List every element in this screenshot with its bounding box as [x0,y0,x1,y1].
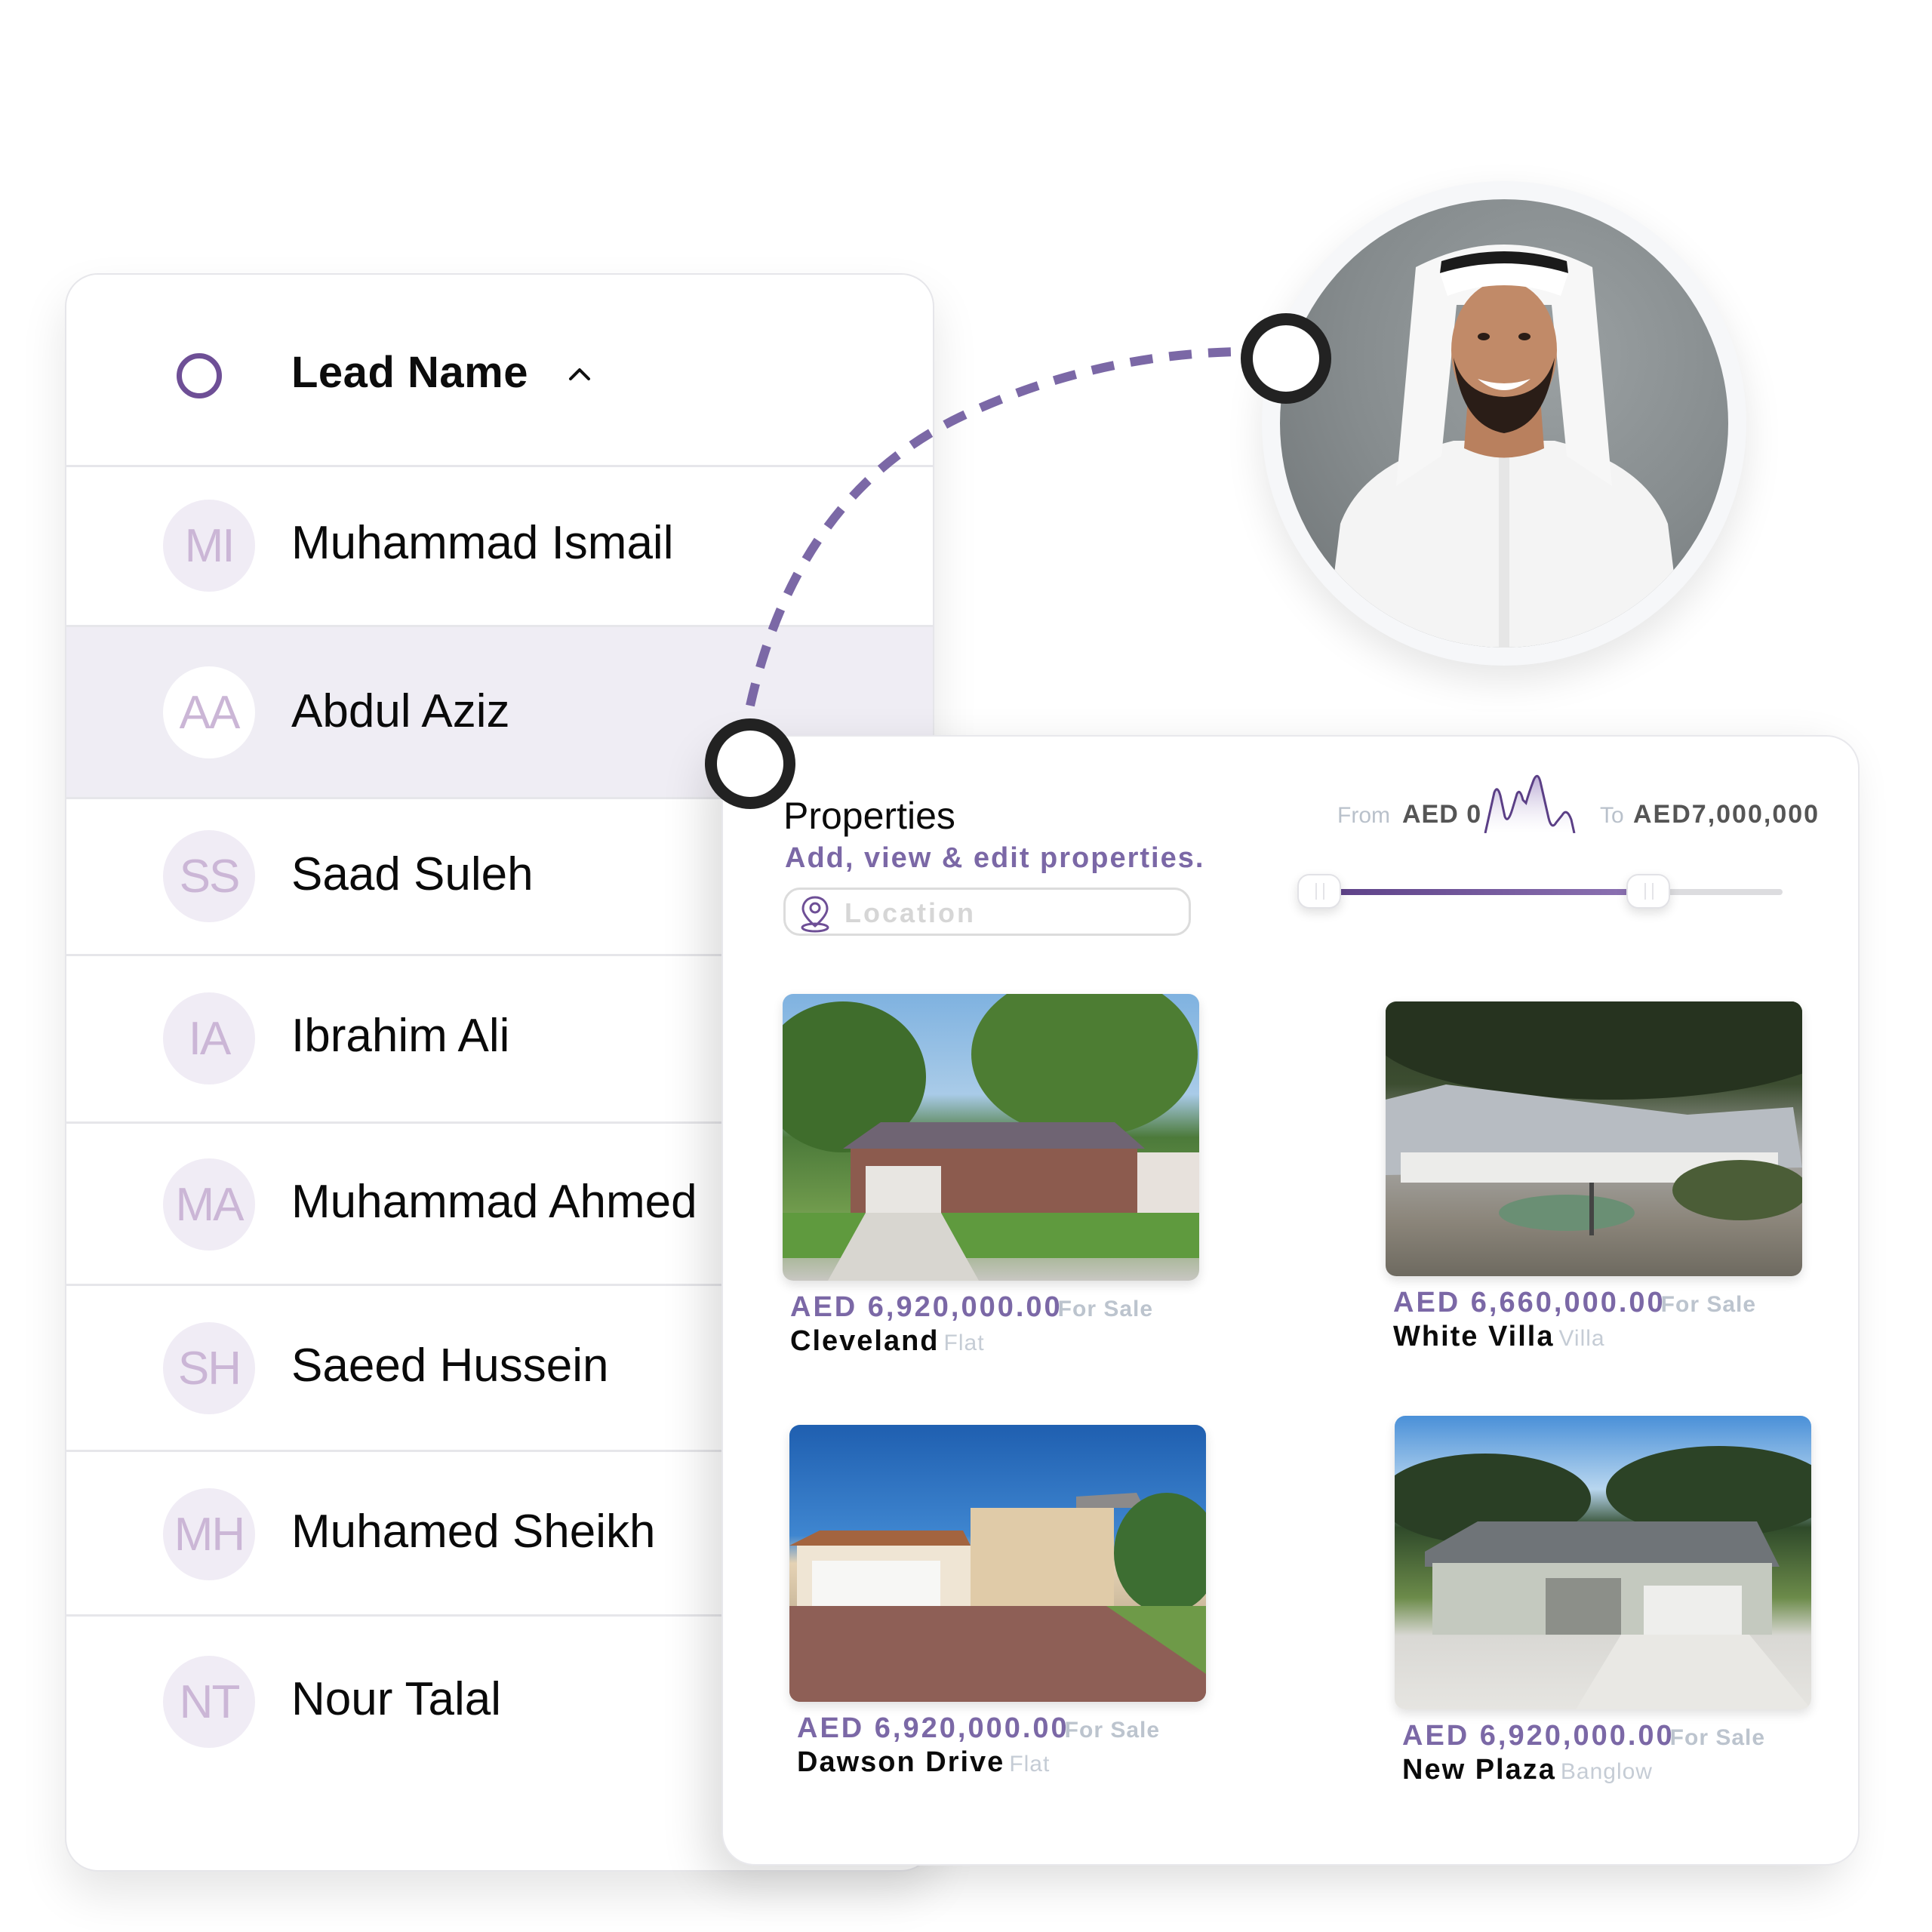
chevron-up-icon[interactable] [565,359,595,389]
property-card[interactable]: AED 6,920,000.00For Sale Dawson Drive Fla… [789,1425,1206,1779]
avatar: AA [163,666,255,758]
property-price-line: AED 6,660,000.00For Sale [1393,1287,1802,1319]
lead-name: Saad Suleh [291,848,534,900]
property-price: AED 6,920,000.00 [797,1712,1069,1744]
person-illustration [1325,245,1683,648]
property-type: Flat [943,1331,985,1355]
avatar: NT [163,1656,255,1748]
avatar: SH [163,1322,255,1414]
property-price-line: AED 6,920,000.00For Sale [797,1712,1206,1745]
leads-table-header: Lead Name [66,275,933,467]
property-name-line: Cleveland Flat [790,1325,1199,1358]
avatar: SS [163,830,255,922]
lead-row[interactable]: MI Muhammad Ismail [66,465,933,627]
property-name: Cleveland [790,1325,940,1357]
lead-name: Muhamed Sheikh [291,1506,656,1558]
location-pin-icon [801,896,829,933]
property-name: Dawson Drive [797,1746,1005,1778]
property-card[interactable]: AED 6,920,000.00For Sale Cleveland Flat [783,994,1199,1358]
property-status: For Sale [1057,1297,1154,1321]
property-status: For Sale [1669,1725,1766,1750]
price-max-handle[interactable] [1626,874,1671,909]
gray-bungalow-image [1395,1446,1811,1709]
location-search-field[interactable] [783,888,1191,936]
price-from-value: AED 0 [1402,800,1482,829]
lead-name-column-header[interactable]: Lead Name [291,347,528,398]
property-image[interactable] [1395,1416,1811,1709]
property-name: White Villa [1393,1321,1555,1352]
price-to-label: To [1600,803,1624,828]
properties-panel: Properties Add, view & edit properties. … [721,735,1860,1866]
stucco-house-image [789,1493,1206,1702]
property-name: New Plaza [1402,1754,1556,1786]
property-image[interactable] [783,994,1199,1281]
property-image[interactable] [1386,1001,1802,1276]
white-villa-image [1386,1001,1802,1235]
property-price-line: AED 6,920,000.00For Sale [1402,1720,1811,1752]
suburban-house-image [783,994,1199,1281]
price-to-value: AED7,000,000 [1633,800,1820,829]
property-price: AED 6,660,000.00 [1393,1287,1666,1318]
avatar: MI [163,500,255,592]
property-name-line: Dawson Drive Flat [797,1746,1206,1779]
profile-photo [1280,199,1728,648]
select-all-checkbox[interactable] [177,353,222,398]
lead-name: Muhammad Ismail [291,517,674,569]
lead-name: Saeed Hussein [291,1340,609,1392]
avatar: MH [163,1488,255,1580]
property-price: AED 6,920,000.00 [790,1291,1063,1323]
property-status: For Sale [1660,1292,1757,1317]
property-status: For Sale [1064,1718,1161,1743]
price-min-handle[interactable] [1297,874,1341,909]
property-card[interactable]: AED 6,660,000.00For Sale White Villa Vill… [1386,1001,1802,1353]
property-type: Villa [1558,1326,1605,1351]
avatar: MA [163,1158,255,1251]
price-range-slider[interactable] [1297,874,1783,909]
properties-subtitle: Add, view & edit properties. [785,842,1205,874]
properties-title: Properties [783,795,955,837]
property-type: Banglow [1560,1759,1653,1784]
property-price-line: AED 6,920,000.00For Sale [790,1291,1199,1324]
price-range-fill [1319,889,1649,895]
avatar: IA [163,992,255,1084]
property-price: AED 6,920,000.00 [1402,1720,1675,1752]
property-name-line: White Villa Villa [1393,1321,1802,1353]
lead-name: Abdul Aziz [291,685,510,737]
price-from-label: From [1337,803,1390,828]
property-type: Flat [1009,1752,1051,1777]
price-distribution-icon [1484,774,1576,833]
lead-name: Ibrahim Ali [291,1010,510,1062]
property-image[interactable] [789,1425,1206,1702]
lead-name: Muhammad Ahmed [291,1176,697,1228]
property-card[interactable]: AED 6,920,000.00For Sale New Plaza Banglo… [1395,1416,1811,1786]
location-input[interactable] [843,894,1178,932]
lead-name: Nour Talal [291,1673,502,1725]
property-name-line: New Plaza Banglow [1402,1754,1811,1786]
